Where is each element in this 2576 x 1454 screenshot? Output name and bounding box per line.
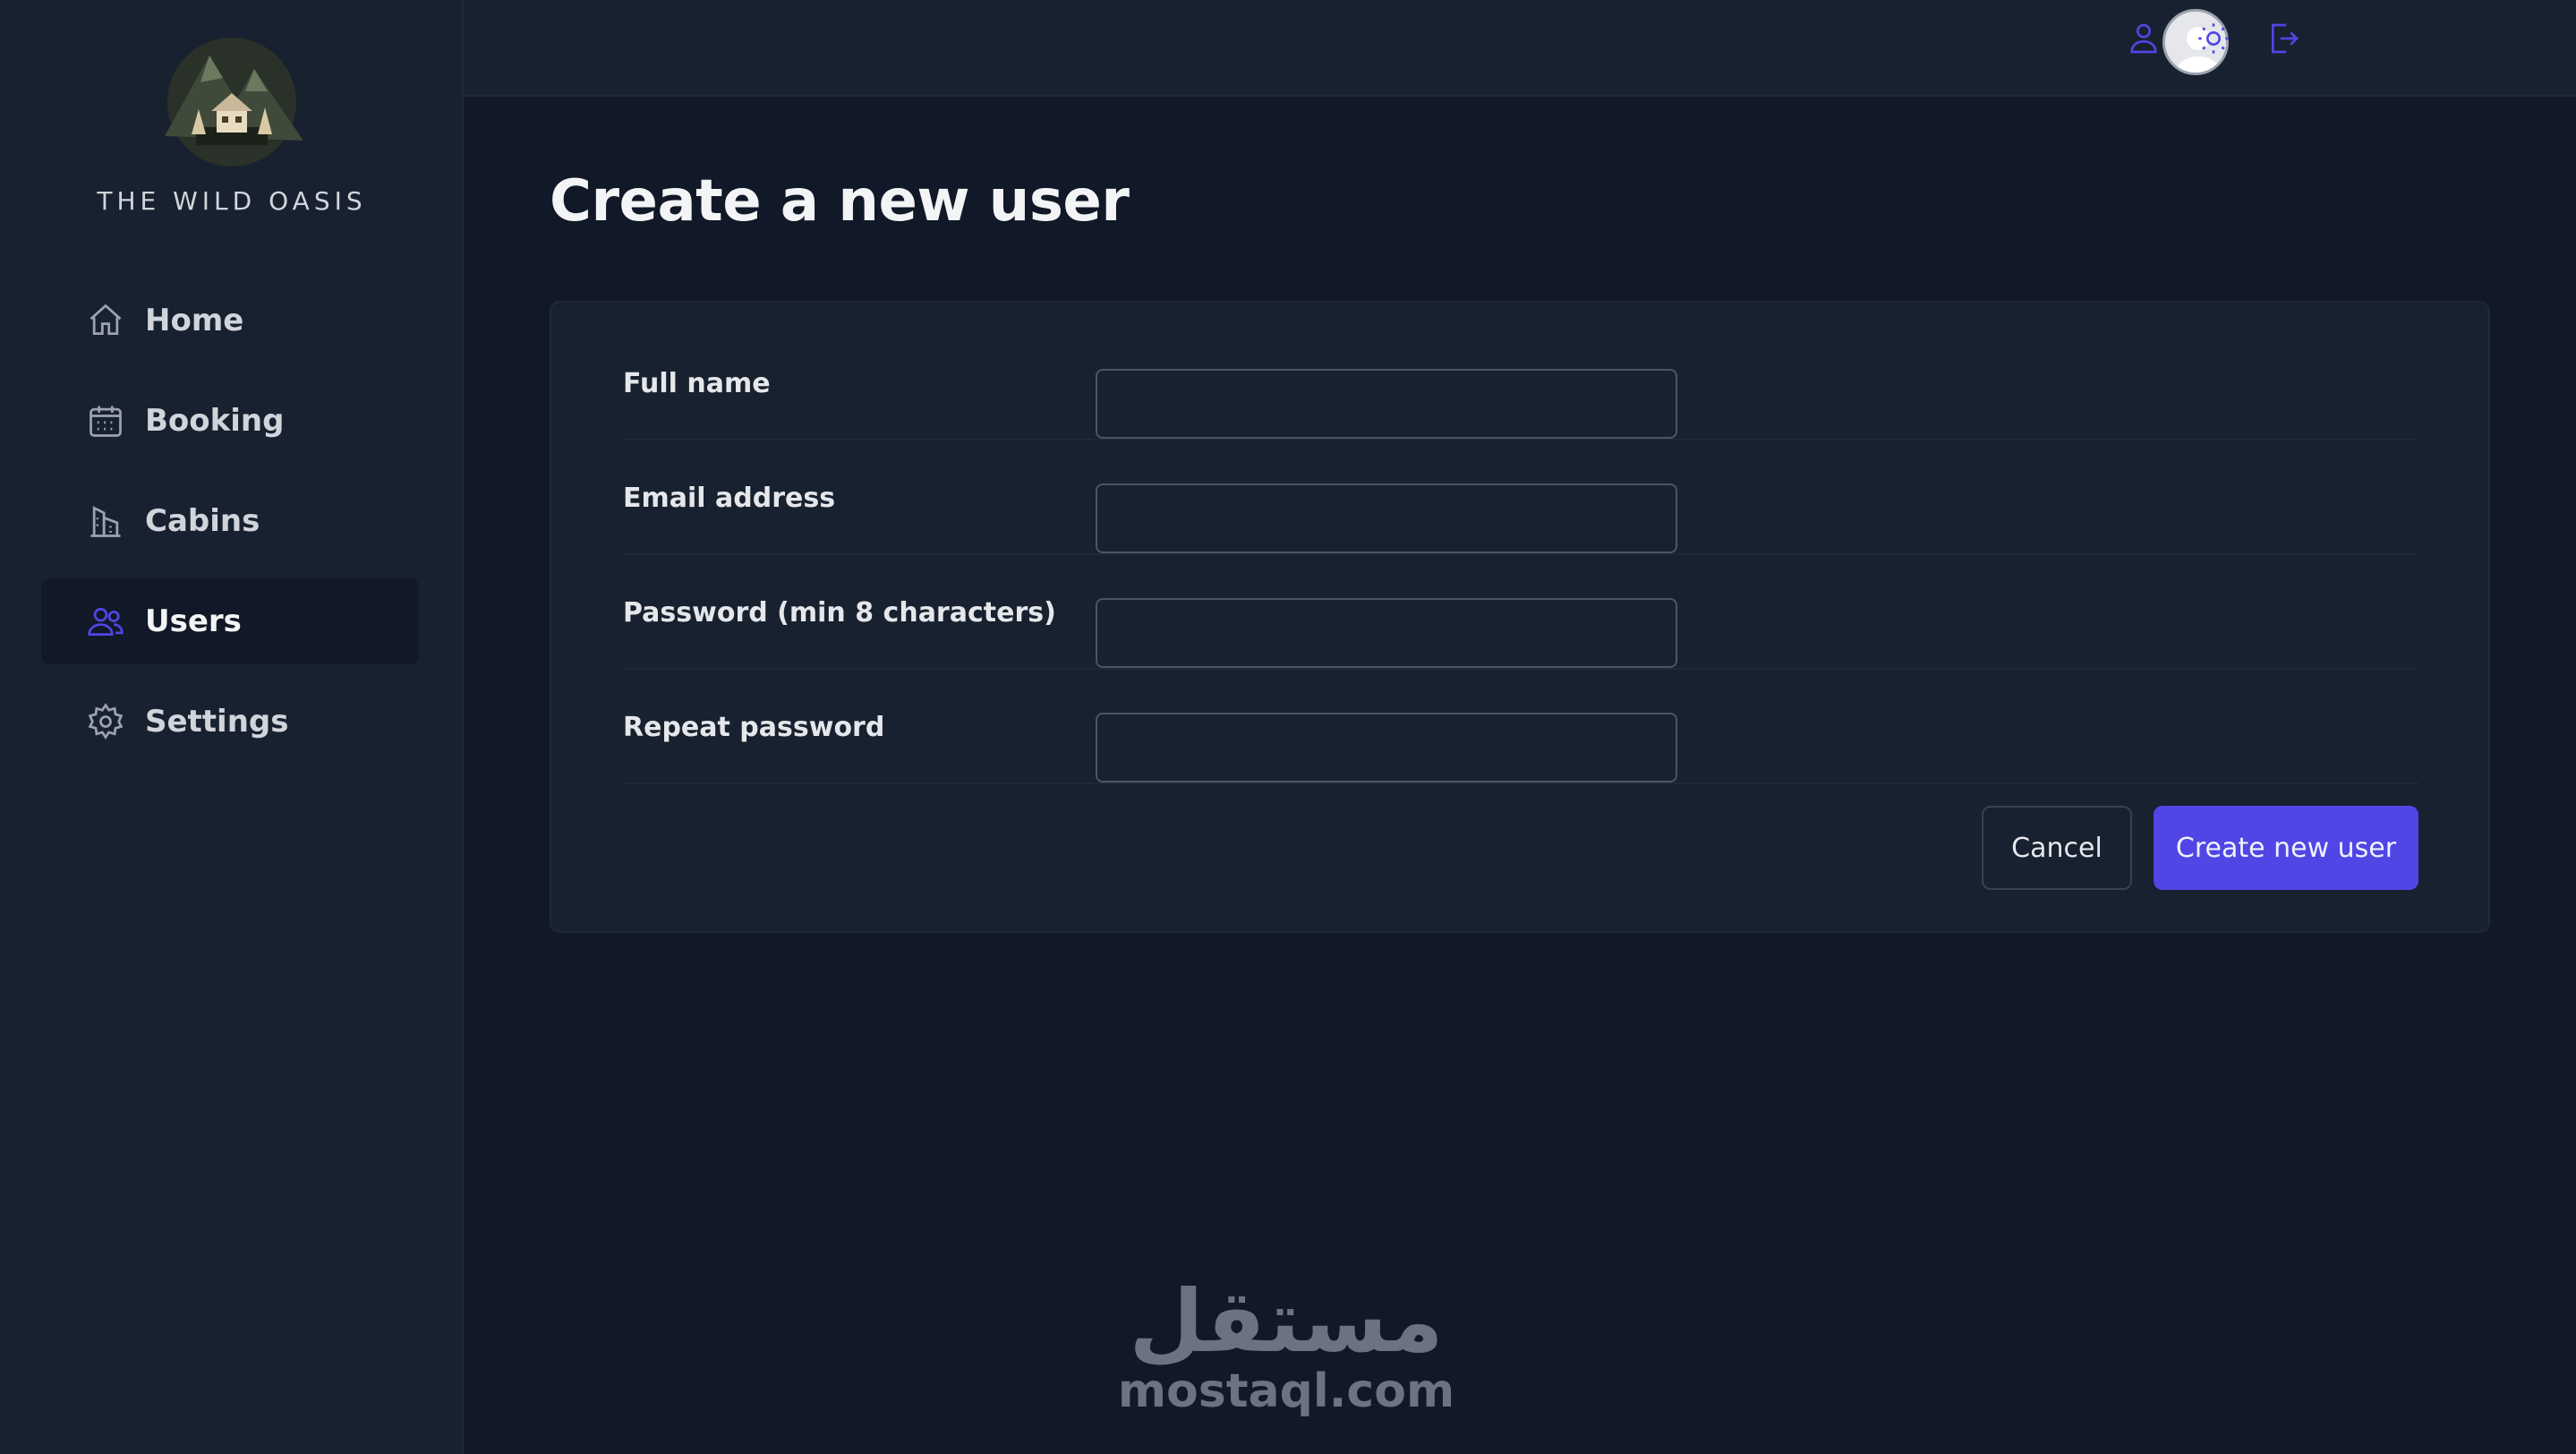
email-input[interactable] <box>1096 483 1677 553</box>
form-row-repeat-password: Repeat password <box>623 670 2418 784</box>
gear-icon <box>86 702 125 741</box>
sidebar-item-label: Users <box>145 603 242 639</box>
password-label: Password (min 8 characters) <box>623 596 1056 629</box>
sidebar-item-label: Cabins <box>145 503 260 539</box>
account-button[interactable] <box>2121 18 2166 63</box>
logout-icon <box>2265 21 2301 60</box>
page-title: Create a new user <box>550 168 1130 235</box>
email-label: Email address <box>623 482 836 514</box>
top-header <box>464 0 2576 97</box>
form-row-full-name: Full name <box>623 326 2418 440</box>
form-row-email: Email address <box>623 440 2418 555</box>
theme-toggle-button[interactable] <box>2191 18 2236 63</box>
sun-icon <box>2196 21 2231 60</box>
sidebar-item-label: Settings <box>145 704 289 740</box>
create-user-button[interactable]: Create new user <box>2154 806 2418 890</box>
sidebar: THE WILD OASIS Home Booking Cabins Users… <box>0 0 464 1454</box>
sidebar-item-label: Home <box>145 303 244 338</box>
users-icon <box>86 602 125 641</box>
calendar-icon <box>86 401 125 440</box>
sidebar-item-home[interactable]: Home <box>41 278 419 364</box>
sidebar-item-label: Booking <box>145 403 285 439</box>
repeat-password-input[interactable] <box>1096 713 1677 783</box>
logout-button[interactable] <box>2261 18 2306 63</box>
repeat-password-label: Repeat password <box>623 711 885 743</box>
create-user-form: Full name Email address Password (min 8 … <box>550 301 2490 933</box>
full-name-input[interactable] <box>1096 369 1677 439</box>
cancel-button[interactable]: Cancel <box>1982 806 2132 890</box>
building-icon <box>86 501 125 541</box>
home-icon <box>86 301 125 340</box>
watermark-latin: mostaql.com <box>1117 1364 1455 1418</box>
logo[interactable]: THE WILD OASIS <box>0 38 464 216</box>
sidebar-item-settings[interactable]: Settings <box>41 679 419 765</box>
sidebar-item-users[interactable]: Users <box>41 578 419 664</box>
sidebar-item-cabins[interactable]: Cabins <box>41 478 419 564</box>
logo-image <box>165 38 303 167</box>
app-root: THE WILD OASIS Home Booking Cabins Users… <box>0 0 2576 1454</box>
brand-name: THE WILD OASIS <box>97 186 367 216</box>
form-row-password: Password (min 8 characters) <box>623 555 2418 670</box>
full-name-label: Full name <box>623 367 771 399</box>
user-icon <box>2126 21 2162 60</box>
watermark-arabic: مستقل <box>1129 1271 1444 1372</box>
watermark: مستقل mostaql.com <box>1118 1271 1454 1416</box>
sidebar-nav: Home Booking Cabins Users Settings <box>41 278 419 779</box>
sidebar-item-booking[interactable]: Booking <box>41 378 419 464</box>
password-input[interactable] <box>1096 598 1677 668</box>
